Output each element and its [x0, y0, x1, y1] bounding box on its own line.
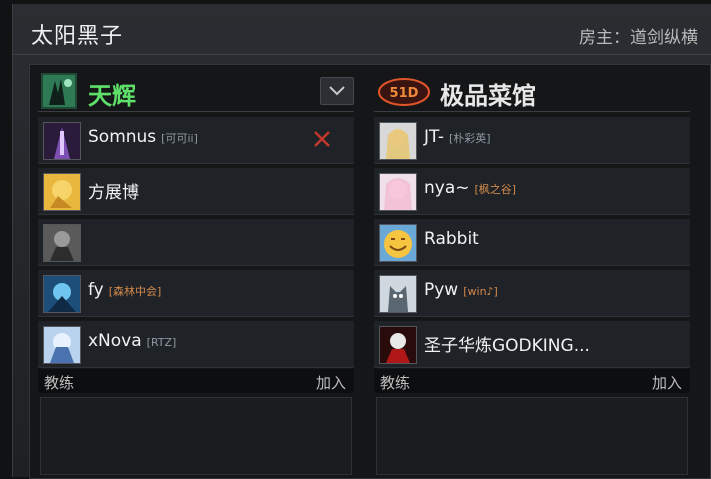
player-name: xNova [RTZ] [88, 331, 177, 351]
player-slot[interactable]: 方展博 [38, 168, 354, 215]
coach-header: 教练 加入 [38, 369, 354, 393]
player-slot[interactable]: Somnus [可可ii] [38, 117, 354, 164]
coach-label: 教练 [380, 374, 411, 392]
avatar [43, 122, 81, 160]
team-header: 天辉 [38, 71, 354, 112]
player-name: nya~ [枫之谷] [424, 178, 517, 198]
team-dire: 51D 极品菜馆 JT- [朴彩英] nya~ [枫之谷] Rabbit Pyw… [374, 71, 690, 475]
coach-slot[interactable] [40, 397, 352, 475]
player-slot[interactable]: Pyw [win♪] [374, 270, 690, 317]
avatar [379, 275, 417, 313]
player-name: Pyw [win♪] [424, 280, 498, 300]
guild-tag: [win♪] [463, 285, 498, 298]
player-slot[interactable]: JT- [朴彩英] [374, 117, 690, 164]
player-slot[interactable]: 圣子华炼GODKING... [374, 321, 690, 368]
logo-text: 51D [390, 86, 419, 101]
join-coach-button[interactable]: 加入 [316, 372, 346, 393]
avatar [43, 173, 81, 211]
player-name: 圣子华炼GODKING... [424, 336, 590, 356]
guild-tag: [可可ii] [161, 132, 198, 145]
avatar [379, 173, 417, 211]
coach-slot[interactable] [376, 397, 688, 475]
chevron-down-icon [329, 86, 345, 96]
player-name: Somnus [可可ii] [88, 127, 198, 147]
avatar [379, 326, 417, 364]
team-board: 天辉 Somnus [可可ii] 方展博 fy [森林中会] xNova [RT… [29, 64, 711, 479]
lobby-title: 太阳黑子 [31, 24, 124, 49]
coach-header: 教练 加入 [374, 369, 690, 393]
player-slot[interactable]: Rabbit [374, 219, 690, 266]
player-slot[interactable]: nya~ [枫之谷] [374, 168, 690, 215]
avatar [43, 275, 81, 313]
player-slot[interactable] [38, 219, 354, 266]
team-logo-icon: 51D [377, 77, 431, 107]
team-radiant: 天辉 Somnus [可可ii] 方展博 fy [森林中会] xNova [RT… [38, 71, 354, 475]
radiant-logo-icon [41, 73, 77, 109]
player-name: Rabbit [424, 229, 479, 249]
guild-tag: [枫之谷] [474, 183, 517, 196]
join-coach-button[interactable]: 加入 [652, 372, 682, 393]
team-name: 极品菜馆 [440, 82, 536, 110]
player-slot[interactable]: xNova [RTZ] [38, 321, 354, 368]
player-name: 方展博 [88, 183, 139, 203]
close-icon[interactable] [311, 128, 333, 150]
coach-label: 教练 [44, 374, 75, 392]
coach-section: 教练 加入 [374, 369, 690, 475]
avatar [43, 224, 81, 262]
player-name: JT- [朴彩英] [424, 127, 491, 147]
player-list: JT- [朴彩英] nya~ [枫之谷] Rabbit Pyw [win♪] 圣… [374, 117, 690, 372]
avatar [379, 122, 417, 160]
guild-tag: [森林中会] [108, 285, 162, 298]
team-header: 51D 极品菜馆 [374, 71, 690, 112]
team-name: 天辉 [88, 82, 136, 110]
host-label: 房主：道剑纵横 [579, 28, 698, 48]
player-list: Somnus [可可ii] 方展博 fy [森林中会] xNova [RTZ] [38, 117, 354, 372]
player-name: fy [森林中会] [88, 280, 162, 300]
avatar [43, 326, 81, 364]
guild-tag: [RTZ] [146, 336, 177, 349]
avatar [379, 224, 417, 262]
lobby-topbar: 太阳黑子 房主：道剑纵横 [13, 4, 711, 55]
coach-section: 教练 加入 [38, 369, 354, 475]
player-slot[interactable]: fy [森林中会] [38, 270, 354, 317]
guild-tag: [朴彩英] [448, 132, 491, 145]
lobby-window: 太阳黑子 房主：道剑纵横 天辉 Somnus [可可ii] 方展博 fy [森林… [12, 4, 711, 479]
team-dropdown-button[interactable] [320, 77, 354, 105]
